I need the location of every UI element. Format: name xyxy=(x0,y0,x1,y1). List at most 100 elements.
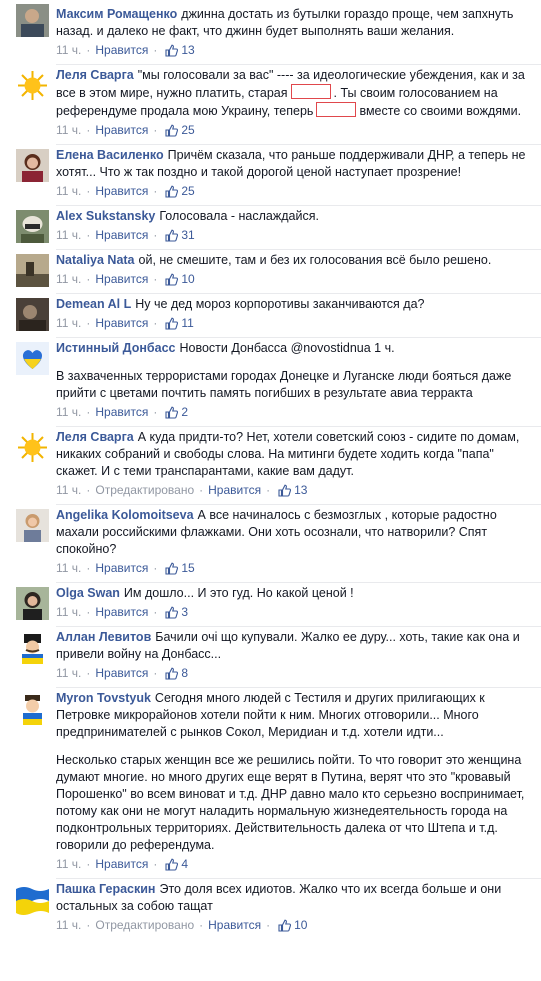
timestamp[interactable]: 11 ч. xyxy=(56,918,81,932)
like-count[interactable]: 10 xyxy=(294,918,307,932)
like-count[interactable]: 11 xyxy=(181,316,193,330)
timestamp[interactable]: 11 ч. xyxy=(56,43,81,57)
like-count[interactable]: 25 xyxy=(181,184,194,198)
comment-text: Новости Донбасса @novostidnua 1 ч. xyxy=(179,341,395,355)
comment-meta: 11 ч. · Нравится · 2 xyxy=(56,405,189,419)
comment-item: Леля Сварга "мы голосовали за вас" ---- з… xyxy=(0,65,541,139)
timestamp[interactable]: 11 ч. xyxy=(56,857,81,871)
author-name[interactable]: Истинный Донбасс xyxy=(56,341,176,355)
sun-icon xyxy=(16,431,49,464)
like-button[interactable]: Нравится xyxy=(95,228,148,242)
like-count[interactable]: 10 xyxy=(181,272,194,286)
like-count[interactable]: 13 xyxy=(294,483,307,497)
comment-meta: 11 ч. · Нравится · 10 xyxy=(56,272,195,286)
comment-meta: 11 ч. · Нравится · 25 xyxy=(56,184,195,198)
comment-item: Olga Swan Им дошло... И это гуд. Но какой… xyxy=(0,583,541,621)
like-button[interactable]: Нравится xyxy=(95,43,148,57)
timestamp[interactable]: 11 ч. xyxy=(56,184,81,198)
avatar[interactable] xyxy=(16,692,49,725)
author-name[interactable]: Максим Ромащенко xyxy=(56,7,177,21)
comment-text: вместе со своими вождями. xyxy=(359,104,522,118)
author-name[interactable]: Елена Василенко xyxy=(56,148,164,162)
heart-flag-icon xyxy=(16,342,49,375)
author-name[interactable]: Пашка Гераскин xyxy=(56,882,155,896)
like-count[interactable]: 3 xyxy=(181,605,188,619)
author-name[interactable]: Леля Сварга xyxy=(56,430,134,444)
photo-woman3-icon xyxy=(16,587,49,620)
author-name[interactable]: Аллан Левитов xyxy=(56,630,151,644)
author-name[interactable]: Angelika Kolomoitseva xyxy=(56,508,194,522)
timestamp[interactable]: 11 ч. xyxy=(56,605,81,619)
like-button[interactable]: Нравится xyxy=(95,184,148,198)
like-count[interactable]: 13 xyxy=(181,43,194,57)
avatar[interactable] xyxy=(16,883,49,916)
comment-item: Леля Сварга А куда придти-то? Нет, хотели… xyxy=(0,427,541,499)
thumbs-up-icon xyxy=(165,667,179,680)
like-button[interactable]: Нравится xyxy=(95,561,148,575)
like-count[interactable]: 15 xyxy=(181,561,194,575)
avatar[interactable] xyxy=(16,587,49,620)
author-name[interactable]: Nataliya Nata xyxy=(56,253,135,267)
like-button[interactable]: Нравится xyxy=(208,483,261,497)
photo-landscape-icon xyxy=(16,254,49,287)
like-button[interactable]: Нравится xyxy=(95,405,148,419)
author-name[interactable]: Demean Al L xyxy=(56,297,131,311)
like-count[interactable]: 25 xyxy=(181,123,194,137)
comment-item: Пашка Гераскин Это доля всех идиотов. Жал… xyxy=(0,879,541,934)
like-button[interactable]: Нравится xyxy=(95,272,148,286)
like-button[interactable]: Нравится xyxy=(95,123,148,137)
comment-meta: 11 ч. · Нравится · 8 xyxy=(56,666,189,680)
like-count[interactable]: 2 xyxy=(181,405,188,419)
comment-text: Ну че дед мороз корпоротивы заканчиваютс… xyxy=(135,297,425,311)
thumbs-up-icon xyxy=(278,484,292,497)
author-name[interactable]: Myron Tovstyuk xyxy=(56,691,151,705)
like-button[interactable]: Нравится xyxy=(95,316,148,330)
like-button[interactable]: Нравится xyxy=(95,857,148,871)
like-button[interactable]: Нравится xyxy=(208,918,261,932)
avatar[interactable] xyxy=(16,631,49,664)
comment-paragraph: В захваченных террористами городах Донец… xyxy=(56,369,515,400)
avatar[interactable] xyxy=(16,4,49,37)
timestamp[interactable]: 11 ч. xyxy=(56,666,81,680)
edited-label[interactable]: Отредактировано xyxy=(95,918,194,932)
timestamp[interactable]: 11 ч. xyxy=(56,405,81,419)
avatar[interactable] xyxy=(16,149,49,182)
edited-label[interactable]: Отредактировано xyxy=(95,483,194,497)
timestamp[interactable]: 11 ч. xyxy=(56,272,81,286)
comment-item: Demean Al L Ну че дед мороз корпоротивы з… xyxy=(0,294,541,332)
comment-meta: 11 ч. · Нравится · 3 xyxy=(56,605,189,619)
comment-item: Истинный Донбасс Новости Донбасса @novost… xyxy=(0,338,541,421)
timestamp[interactable]: 11 ч. xyxy=(56,561,81,575)
timestamp[interactable]: 11 ч. xyxy=(56,483,81,497)
avatar[interactable] xyxy=(16,431,49,464)
sun-icon xyxy=(16,69,49,102)
redaction-box xyxy=(290,84,331,99)
author-name[interactable]: Olga Swan xyxy=(56,586,120,600)
avatar[interactable] xyxy=(16,509,49,542)
comment-meta: 11 ч. · Нравится · 4 xyxy=(56,857,189,871)
timestamp[interactable]: 11 ч. xyxy=(56,123,81,137)
avatar[interactable] xyxy=(16,298,49,331)
comment-item: Nataliya Nata ой, не смешите, там и без и… xyxy=(0,250,541,288)
timestamp[interactable]: 11 ч. xyxy=(56,228,81,242)
avatar[interactable] xyxy=(16,210,49,243)
comment-item: Елена Василенко Причём сказала, что раньш… xyxy=(0,145,541,200)
avatar[interactable] xyxy=(16,69,49,102)
like-button[interactable]: Нравится xyxy=(95,605,148,619)
like-count[interactable]: 4 xyxy=(181,857,188,871)
thumbs-up-icon xyxy=(165,273,179,286)
like-button[interactable]: Нравится xyxy=(95,666,148,680)
avatar[interactable] xyxy=(16,254,49,287)
like-count[interactable]: 8 xyxy=(181,666,188,680)
comment-item: Аллан Левитов Бачили очі що купували. Жал… xyxy=(0,627,541,682)
author-name[interactable]: Alex Sukstansky xyxy=(56,209,155,223)
thumbs-up-icon xyxy=(165,606,179,619)
comment-meta: 11 ч. · Отредактировано · Нравится · 10 xyxy=(56,918,308,932)
timestamp[interactable]: 11 ч. xyxy=(56,316,81,330)
comment-item: Alex Sukstansky Голосовала - наслаждайся.… xyxy=(0,206,541,244)
avatar[interactable] xyxy=(16,342,49,375)
comment-meta: 11 ч. · Нравится · 25 xyxy=(56,123,195,137)
comment-meta: 11 ч. · Нравится · 11 xyxy=(56,316,194,330)
author-name[interactable]: Леля Сварга xyxy=(56,68,134,82)
like-count[interactable]: 31 xyxy=(181,228,194,242)
